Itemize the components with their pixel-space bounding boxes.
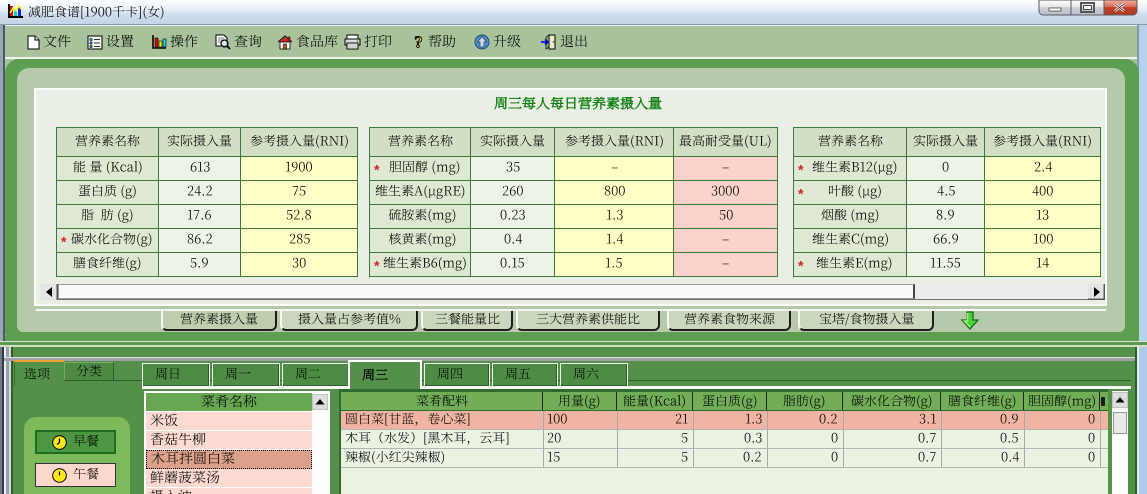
svg-text:?: ?: [414, 34, 423, 50]
